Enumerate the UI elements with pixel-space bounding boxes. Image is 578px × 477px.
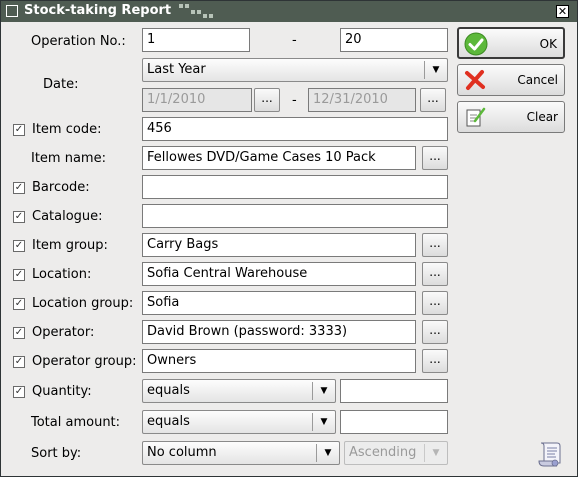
chevron-down-icon: ▼ bbox=[424, 444, 447, 462]
date-period-value: Last Year bbox=[147, 62, 206, 77]
catalogue-checkbox[interactable]: ✓ bbox=[13, 211, 25, 223]
operator-input[interactable]: David Brown (password: 3333) bbox=[142, 320, 416, 344]
sort-order-select[interactable]: Ascending ▼ bbox=[344, 441, 448, 465]
clear-button[interactable]: Clear bbox=[457, 101, 565, 133]
item-name-input[interactable]: Fellowes DVD/Game Cases 10 Pack bbox=[142, 146, 416, 170]
quantity-label: Quantity: bbox=[32, 384, 92, 399]
operation-no-label: Operation No.: bbox=[31, 34, 126, 49]
stock-taking-report-window: Stock-taking Report ✕ Operation No.: 1 -… bbox=[0, 0, 578, 477]
operator-group-browse-button[interactable]: ... bbox=[422, 349, 448, 373]
operation-no-from-input[interactable]: 1 bbox=[142, 28, 250, 52]
date-label: Date: bbox=[43, 77, 79, 92]
cancel-button-label: Cancel bbox=[517, 73, 558, 87]
operator-checkbox[interactable]: ✓ bbox=[13, 327, 25, 339]
total-amount-label: Total amount: bbox=[31, 415, 121, 430]
operator-group-label: Operator group: bbox=[32, 354, 137, 369]
date-to-input[interactable]: 12/31/2010 bbox=[308, 88, 416, 112]
operator-browse-button[interactable]: ... bbox=[422, 320, 448, 344]
location-group-checkbox[interactable]: ✓ bbox=[13, 298, 25, 310]
quantity-condition-select[interactable]: equals ▼ bbox=[142, 379, 336, 403]
total-amount-condition-select[interactable]: equals ▼ bbox=[142, 410, 336, 434]
sort-by-column-select[interactable]: No column ▼ bbox=[142, 441, 340, 465]
item-group-checkbox[interactable]: ✓ bbox=[13, 240, 25, 252]
barcode-checkbox[interactable]: ✓ bbox=[13, 182, 25, 194]
cross-icon bbox=[465, 70, 485, 90]
operator-label: Operator: bbox=[32, 325, 95, 340]
check-circle-icon bbox=[464, 32, 488, 56]
title-bar[interactable]: Stock-taking Report ✕ bbox=[1, 1, 577, 22]
cancel-button[interactable]: Cancel bbox=[457, 64, 565, 96]
date-separator: - bbox=[292, 93, 297, 108]
quantity-condition-value: equals bbox=[147, 383, 190, 398]
title-decoration bbox=[179, 4, 219, 20]
date-to-picker-button[interactable]: ... bbox=[420, 88, 446, 112]
date-from-input[interactable]: 1/1/2010 bbox=[142, 88, 252, 112]
item-group-input[interactable]: Carry Bags bbox=[142, 233, 416, 257]
item-name-browse-button[interactable]: ... bbox=[422, 146, 448, 170]
operator-group-checkbox[interactable]: ✓ bbox=[13, 356, 25, 368]
total-amount-value-input[interactable] bbox=[340, 410, 448, 434]
quantity-checkbox[interactable]: ✓ bbox=[13, 386, 25, 398]
operator-group-input[interactable]: Owners bbox=[142, 349, 416, 373]
sort-order-value: Ascending bbox=[349, 445, 417, 460]
item-code-label: Item code: bbox=[32, 122, 102, 137]
sort-by-label: Sort by: bbox=[31, 446, 82, 461]
window-menu-icon[interactable] bbox=[6, 5, 18, 17]
operation-no-to-input[interactable]: 20 bbox=[340, 28, 448, 52]
total-amount-condition-value: equals bbox=[147, 414, 190, 429]
window-title: Stock-taking Report bbox=[24, 3, 172, 18]
location-label: Location: bbox=[32, 267, 92, 282]
item-group-label: Item group: bbox=[32, 238, 108, 253]
chevron-down-icon: ▼ bbox=[316, 444, 339, 462]
chevron-down-icon: ▼ bbox=[424, 61, 447, 79]
item-code-checkbox[interactable]: ✓ bbox=[13, 124, 25, 136]
close-button[interactable]: ✕ bbox=[556, 5, 569, 18]
chevron-down-icon: ▼ bbox=[312, 382, 335, 400]
barcode-label: Barcode: bbox=[32, 180, 90, 195]
location-group-label: Location group: bbox=[32, 296, 134, 311]
catalogue-input[interactable] bbox=[142, 204, 448, 228]
catalogue-label: Catalogue: bbox=[32, 209, 103, 224]
ok-button[interactable]: OK bbox=[457, 27, 565, 59]
item-group-browse-button[interactable]: ... bbox=[422, 233, 448, 257]
sort-by-column-value: No column bbox=[147, 445, 217, 460]
chevron-down-icon: ▼ bbox=[312, 413, 335, 431]
date-from-picker-button[interactable]: ... bbox=[254, 88, 280, 112]
operation-no-separator: - bbox=[292, 33, 297, 48]
location-group-input[interactable]: Sofia bbox=[142, 291, 416, 315]
location-input[interactable]: Sofia Central Warehouse bbox=[142, 262, 416, 286]
barcode-input[interactable] bbox=[142, 175, 448, 199]
report-scroll-icon bbox=[538, 442, 561, 467]
clear-button-label: Clear bbox=[526, 110, 558, 124]
item-code-input[interactable]: 456 bbox=[142, 117, 448, 141]
item-name-label: Item name: bbox=[31, 151, 106, 166]
location-browse-button[interactable]: ... bbox=[422, 262, 448, 286]
date-period-select[interactable]: Last Year ▼ bbox=[142, 58, 448, 82]
clear-form-icon bbox=[466, 107, 486, 127]
quantity-value-input[interactable] bbox=[340, 379, 448, 403]
ok-button-label: OK bbox=[539, 37, 557, 51]
location-group-browse-button[interactable]: ... bbox=[422, 291, 448, 315]
location-checkbox[interactable]: ✓ bbox=[13, 269, 25, 281]
